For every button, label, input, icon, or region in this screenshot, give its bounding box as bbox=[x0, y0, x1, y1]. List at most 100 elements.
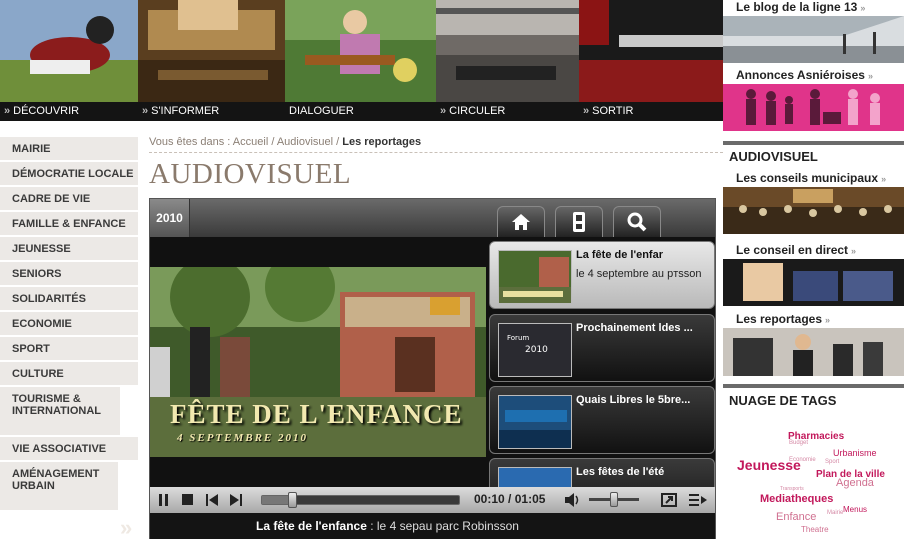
section-divider bbox=[723, 141, 904, 145]
blog-image[interactable] bbox=[723, 16, 904, 63]
breadcrumb-separator: / bbox=[333, 136, 343, 148]
volume-slider[interactable] bbox=[589, 492, 639, 507]
pause-icon[interactable] bbox=[158, 494, 170, 506]
remote-button[interactable] bbox=[555, 206, 603, 237]
nav-label: DIALOGUER bbox=[289, 105, 354, 117]
direct-image[interactable] bbox=[723, 259, 904, 306]
tag-link[interactable]: Transports bbox=[780, 486, 804, 492]
football-photo bbox=[0, 0, 138, 102]
direct-title-link[interactable]: Le conseil en direct» bbox=[736, 243, 856, 257]
audiovisuel-heading: AUDIOVISUEL bbox=[729, 149, 818, 164]
playlist-item[interactable]: Quais Libres le 5bre... bbox=[489, 386, 715, 454]
annonces-banner[interactable] bbox=[723, 84, 904, 131]
side-navigation: MAIRIE DÉMOCRATIE LOCALE CADRE DE VIE FA… bbox=[0, 137, 138, 512]
tag-link[interactable]: Enfance bbox=[776, 511, 816, 523]
seek-handle[interactable] bbox=[288, 492, 297, 508]
side-nav-sport[interactable]: SPORT bbox=[0, 337, 138, 362]
breadcrumb-current: Les reportages bbox=[342, 136, 422, 148]
breadcrumb: Vous êtes dans : Accueil / Audiovisuel /… bbox=[149, 136, 723, 153]
home-button[interactable] bbox=[497, 206, 545, 237]
top-navigation: » DÉCOUVRIR » S'INFORMER DIALOGUER » CIR… bbox=[0, 0, 723, 121]
volume-handle[interactable] bbox=[610, 492, 618, 507]
nav-sortir[interactable]: » SORTIR bbox=[579, 0, 723, 121]
side-nav-economie[interactable]: ECONOMIE bbox=[0, 312, 138, 337]
video-frame[interactable]: FÊTE DE L'ENFANCE 4 SEPTEMBRE 2010 bbox=[150, 267, 486, 457]
tag-link[interactable]: Mediatheques bbox=[760, 493, 833, 505]
page: » DÉCOUVRIR » S'INFORMER DIALOGUER » CIR… bbox=[0, 0, 904, 542]
playlist-desc: le 4 septembre au pтsson bbox=[576, 268, 702, 280]
seek-bar[interactable] bbox=[261, 492, 460, 508]
playlist-thumbnail bbox=[498, 250, 572, 304]
page-title: AUDIOVISUEL bbox=[149, 158, 352, 190]
tag-link[interactable]: Menus bbox=[843, 505, 867, 514]
remote-icon bbox=[573, 212, 585, 232]
council-hall-photo bbox=[138, 0, 285, 102]
tag-link[interactable]: Agenda bbox=[836, 477, 874, 489]
side-nav-seniors[interactable]: SENIORS bbox=[0, 262, 138, 287]
side-nav-solidarites[interactable]: SOLIDARITÉS bbox=[0, 287, 138, 312]
playlist-item[interactable]: Les fêtes de l'été bbox=[489, 458, 715, 487]
tag-link[interactable]: Mairie bbox=[827, 510, 843, 516]
playlist: La fête de l'enfar le 4 septembre au pтs… bbox=[489, 239, 715, 487]
reportages-image[interactable] bbox=[723, 328, 904, 376]
side-nav-jeunesse[interactable]: JEUNESSE bbox=[0, 237, 138, 262]
playlist-title: Les fêtes de l'été bbox=[576, 466, 665, 478]
side-nav-cadre-de-vie[interactable]: CADRE DE VIE bbox=[0, 187, 138, 212]
chevron-down-icon: » bbox=[881, 174, 887, 184]
side-nav-vie-associative[interactable]: VIE ASSOCIATIVE bbox=[0, 437, 138, 462]
volume-icon[interactable] bbox=[565, 493, 581, 507]
nav-dialoguer[interactable]: DIALOGUER bbox=[285, 0, 436, 121]
playlist-thumbnail bbox=[498, 467, 572, 487]
nav-decouvrir[interactable]: » DÉCOUVRIR bbox=[0, 0, 138, 121]
tag-link[interactable]: Sport bbox=[825, 459, 839, 465]
tag-link[interactable]: Theatre bbox=[801, 525, 829, 534]
blog-title: Le blog de la ligne 13 bbox=[736, 0, 858, 14]
prev-icon[interactable] bbox=[206, 494, 219, 506]
conseils-title: Les conseils municipaux bbox=[736, 171, 879, 185]
reportages-title-link[interactable]: Les reportages» bbox=[736, 312, 830, 326]
svg-text:Forum: Forum bbox=[507, 334, 529, 342]
svg-text:2010: 2010 bbox=[525, 345, 548, 355]
nav-circuler[interactable]: » CIRCULER bbox=[436, 0, 579, 121]
playlist-item[interactable]: La fête de l'enfar le 4 septembre au pтs… bbox=[489, 241, 715, 309]
chevron-down-icon: » bbox=[825, 315, 831, 325]
side-nav-democratie[interactable]: DÉMOCRATIE LOCALE bbox=[0, 162, 138, 187]
player-toolbar: 2010 bbox=[150, 199, 715, 237]
nav-label: SORTIR bbox=[592, 105, 634, 117]
nav-sinformer[interactable]: » S'INFORMER bbox=[138, 0, 285, 121]
caption-title: La fête de l'enfance bbox=[256, 519, 367, 533]
time-current: 00:10 bbox=[474, 492, 505, 506]
annonces-title: Annonces Asniéroises bbox=[736, 68, 865, 82]
tag-link[interactable]: Budget bbox=[789, 440, 808, 446]
conseils-title-link[interactable]: Les conseils municipaux» bbox=[736, 171, 886, 185]
search-button[interactable] bbox=[613, 206, 661, 237]
chevron-down-icon: » bbox=[867, 71, 873, 81]
next-icon[interactable] bbox=[230, 494, 243, 506]
fullscreen-icon[interactable] bbox=[661, 493, 677, 507]
tag-link[interactable]: Economie bbox=[789, 457, 816, 463]
playlist-thumbnail: Forum 2010 bbox=[498, 323, 572, 377]
annonces-title-link[interactable]: Annonces Asniéroises» bbox=[736, 68, 873, 82]
conseils-image[interactable] bbox=[723, 187, 904, 234]
side-nav-tourisme[interactable]: TOURISME & INTERNATIONAL bbox=[0, 387, 120, 437]
home-icon bbox=[512, 214, 530, 230]
nav-label: DÉCOUVRIR bbox=[13, 105, 80, 117]
tags-heading: NUAGE DE TAGS bbox=[729, 393, 837, 408]
breadcrumb-home-link[interactable]: Accueil bbox=[233, 136, 268, 148]
breadcrumb-section-link[interactable]: Audiovisuel bbox=[277, 136, 333, 148]
playlist-item[interactable]: Forum 2010 Prochainement ldes ... bbox=[489, 314, 715, 382]
nav-label: S'INFORMER bbox=[151, 105, 220, 117]
player-controls: 00:10 / 01:05 bbox=[150, 487, 715, 513]
breadcrumb-separator: / bbox=[268, 136, 277, 148]
year-tab[interactable]: 2010 bbox=[150, 199, 190, 237]
playlist-icon[interactable] bbox=[689, 493, 707, 507]
stop-icon[interactable] bbox=[182, 494, 194, 506]
side-nav-mairie[interactable]: MAIRIE bbox=[0, 137, 138, 162]
side-nav-culture[interactable]: CULTURE bbox=[0, 362, 138, 387]
tag-link[interactable]: Urbanisme bbox=[833, 448, 877, 458]
side-nav-amenagement[interactable]: AMÉNAGEMENT URBAIN bbox=[0, 462, 118, 512]
side-nav-famille[interactable]: FAMILLE & ENFANCE bbox=[0, 212, 138, 237]
guitar-girl-photo bbox=[285, 0, 436, 102]
blog-title-link[interactable]: Le blog de la ligne 13» bbox=[736, 0, 865, 14]
direct-title: Le conseil en direct bbox=[736, 243, 849, 257]
